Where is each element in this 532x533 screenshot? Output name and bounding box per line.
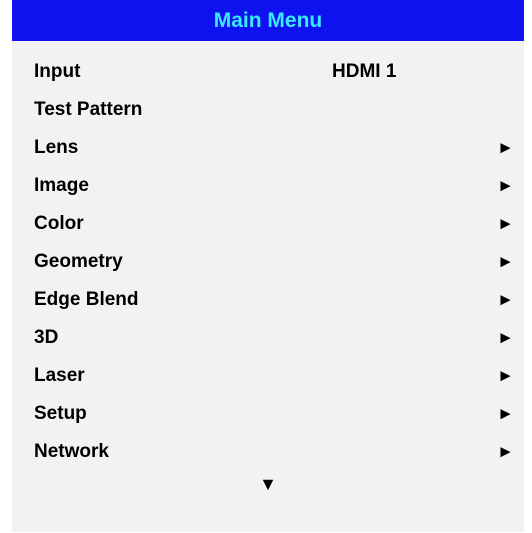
menu-item-label: Color xyxy=(34,213,84,234)
menu-item-label: Geometry xyxy=(34,251,123,272)
menu-item-label: Edge Blend xyxy=(34,289,139,310)
menu-item-laser[interactable]: Laser ► xyxy=(12,357,524,395)
menu-item-test-pattern[interactable]: Test Pattern xyxy=(12,91,524,129)
menu-item-label: Image xyxy=(34,175,89,196)
menu-item-label: Input xyxy=(34,61,81,82)
main-menu: Main Menu Input HDMI 1 Test Pattern Lens… xyxy=(12,0,524,532)
submenu-arrow-icon: ► xyxy=(497,290,514,309)
menu-item-label: Lens xyxy=(34,137,79,158)
submenu-arrow-icon: ► xyxy=(497,252,514,271)
menu-item-network[interactable]: Network ► xyxy=(12,433,524,471)
submenu-arrow-icon: ► xyxy=(497,442,514,461)
menu-item-geometry[interactable]: Geometry ► xyxy=(12,243,524,281)
scroll-down-icon[interactable]: ▼ xyxy=(12,467,524,501)
menu-item-value: HDMI 1 xyxy=(332,61,397,82)
menu-item-3d[interactable]: 3D ► xyxy=(12,319,524,357)
scroll-down-arrow: ▼ xyxy=(259,473,277,494)
menu-title: Main Menu xyxy=(213,8,323,32)
submenu-arrow-icon: ► xyxy=(497,328,514,347)
submenu-arrow-icon: ► xyxy=(497,176,514,195)
menu-item-label: Setup xyxy=(34,403,87,424)
menu-item-label: Test Pattern xyxy=(34,99,143,120)
menu-body: Input HDMI 1 Test Pattern Lens ► Image ►… xyxy=(12,41,524,532)
menu-item-setup[interactable]: Setup ► xyxy=(12,395,524,433)
menu-item-edge-blend[interactable]: Edge Blend ► xyxy=(12,281,524,319)
menu-title-bar: Main Menu xyxy=(12,0,524,41)
submenu-arrow-icon: ► xyxy=(497,214,514,233)
menu-item-lens[interactable]: Lens ► xyxy=(12,129,524,167)
menu-item-input[interactable]: Input HDMI 1 xyxy=(12,53,524,91)
submenu-arrow-icon: ► xyxy=(497,404,514,423)
menu-item-label: Network xyxy=(34,441,109,462)
submenu-arrow-icon: ► xyxy=(497,366,514,385)
menu-item-color[interactable]: Color ► xyxy=(12,205,524,243)
submenu-arrow-icon: ► xyxy=(497,138,514,157)
menu-item-label: 3D xyxy=(34,327,59,348)
menu-item-image[interactable]: Image ► xyxy=(12,167,524,205)
menu-item-label: Laser xyxy=(34,365,85,386)
